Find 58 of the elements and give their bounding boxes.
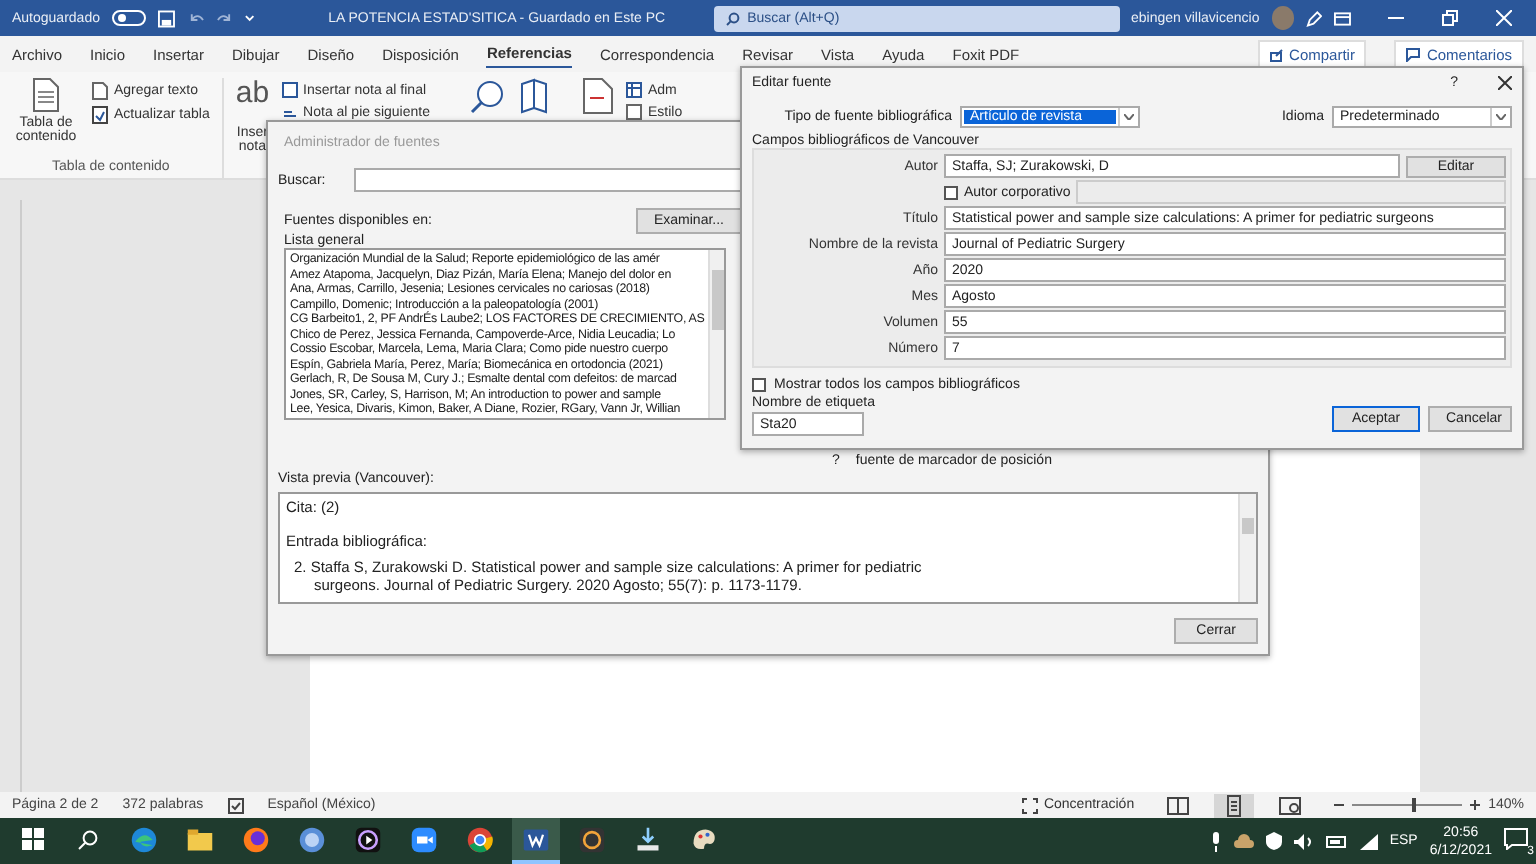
document-icon — [32, 78, 60, 112]
source-list[interactable] — [284, 248, 726, 420]
checkbox[interactable] — [752, 378, 766, 392]
undo-icon[interactable] — [187, 9, 204, 27]
table-icon — [625, 82, 642, 98]
ribbon-display-icon[interactable] — [1334, 9, 1352, 27]
app-icon — [466, 825, 494, 853]
books-icon[interactable] — [517, 78, 550, 114]
magnifier-icon[interactable] — [469, 78, 506, 114]
shield-icon[interactable] — [1265, 832, 1282, 850]
caret-icon — [1496, 114, 1506, 120]
battery-icon[interactable] — [1325, 835, 1348, 847]
corporate-author-field[interactable] — [1076, 180, 1506, 204]
focus-icon — [1021, 797, 1038, 813]
checkbox[interactable] — [944, 185, 958, 199]
app-icon — [130, 825, 158, 853]
microphone-icon[interactable] — [1209, 831, 1222, 851]
minimize-icon[interactable] — [1388, 16, 1405, 20]
comment-icon — [1406, 47, 1421, 61]
app-icon — [634, 825, 662, 853]
save-icon[interactable] — [158, 9, 175, 27]
note-icon — [281, 82, 298, 98]
cloud-icon[interactable] — [1233, 834, 1254, 848]
pen-icon[interactable] — [1306, 9, 1323, 27]
windows-icon — [21, 828, 43, 850]
zoom-in-icon[interactable] — [1470, 800, 1481, 810]
app-icon — [242, 825, 270, 853]
notification-icon[interactable] — [1504, 828, 1528, 850]
app-icon — [410, 825, 438, 853]
refresh-icon — [92, 106, 108, 124]
autosave-toggle[interactable] — [111, 10, 147, 26]
search-icon — [725, 11, 740, 25]
app-icon — [298, 825, 326, 853]
view-icon — [1222, 793, 1247, 817]
search-icon — [78, 829, 98, 849]
speaker-icon[interactable] — [1293, 833, 1314, 849]
footnote-glyph: ab — [235, 78, 270, 110]
app-icon — [578, 825, 606, 853]
view-icon — [1166, 793, 1191, 817]
document-icon — [92, 82, 108, 100]
share-icon — [1269, 47, 1284, 61]
caret-icon[interactable] — [244, 12, 257, 24]
proofing-icon[interactable] — [227, 797, 244, 813]
scrollbar[interactable] — [708, 250, 724, 418]
zoom-out-icon[interactable] — [1334, 800, 1345, 810]
redo-icon[interactable] — [215, 9, 233, 27]
close-icon[interactable] — [1498, 76, 1512, 90]
view-button[interactable] — [1214, 793, 1255, 817]
scrollbar[interactable] — [1238, 494, 1256, 602]
app-icon — [522, 825, 550, 853]
app-icon — [690, 825, 718, 853]
taskbar-app-button[interactable] — [512, 818, 560, 864]
caret-icon — [1124, 114, 1134, 120]
app-icon — [354, 825, 382, 853]
wifi-icon[interactable] — [1359, 833, 1378, 849]
restore-icon[interactable] — [1441, 10, 1458, 26]
view-icon — [1278, 793, 1303, 817]
app-icon — [186, 825, 214, 853]
